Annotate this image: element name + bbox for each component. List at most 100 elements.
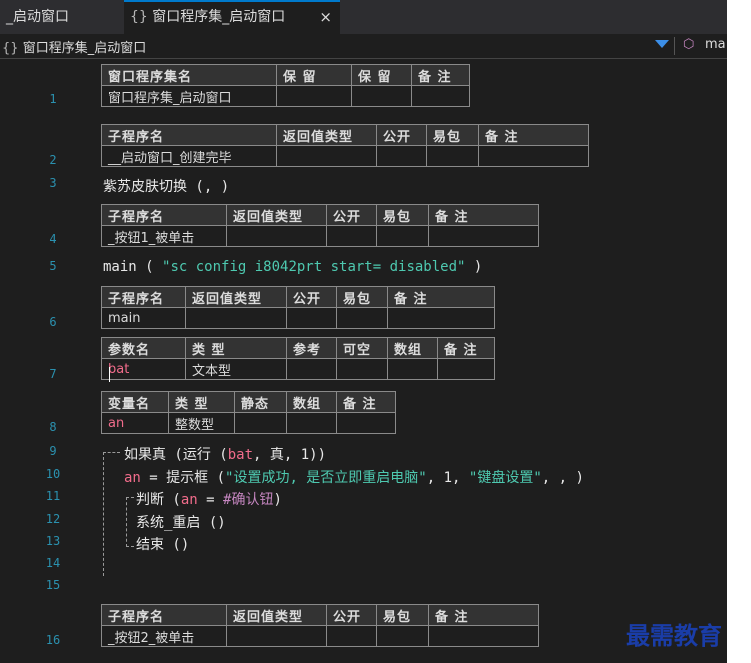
table-cell[interactable]: an [101, 412, 169, 434]
table-cell[interactable] [326, 625, 377, 647]
table-cell[interactable] [286, 412, 337, 434]
tab-assembly[interactable]: {} 窗口程序集_启动窗口 × [124, 0, 340, 34]
table-header: 公开 [376, 124, 427, 146]
table-cell[interactable] [336, 412, 396, 434]
table-cell[interactable] [376, 225, 429, 247]
line-number: 8 [49, 420, 57, 434]
table-cell[interactable] [426, 145, 479, 167]
subroutine-table: 子程序名 返回值类型 公开 易包 备 注 __启动窗口_创建完毕 [101, 124, 589, 167]
line-number: 15 [45, 578, 61, 592]
table-header: 变量名 [101, 391, 169, 413]
code-line[interactable]: 系统_重启 () [136, 512, 226, 532]
table-cell[interactable]: _按钮2_被单击 [101, 625, 227, 647]
table-header: 公开 [326, 204, 377, 226]
member-selector[interactable]: ma [705, 37, 726, 52]
cube-icon: ⬡ [683, 37, 695, 52]
line-number: 5 [49, 259, 57, 273]
table-header: 备 注 [411, 64, 470, 86]
code-text: , 真, 1)) [253, 447, 327, 463]
code-text: 如果真 (运行 ( [124, 447, 228, 463]
table-cell[interactable] [387, 358, 438, 380]
table-cell[interactable] [234, 412, 287, 434]
table-cell[interactable] [376, 145, 427, 167]
code-line[interactable]: 如果真 (运行 (bat, 真, 1)) [124, 444, 326, 464]
code-text: ) [465, 259, 483, 275]
table-header: 备 注 [336, 391, 396, 413]
table-cell[interactable] [286, 307, 337, 329]
variable-ref: an [124, 470, 141, 486]
assembly-table: 窗口程序集名 保 留 保 留 备 注 窗口程序集_启动窗口 [101, 64, 470, 107]
table-header: 备 注 [428, 204, 539, 226]
table-cell[interactable] [376, 625, 429, 647]
table-cell[interactable] [326, 225, 377, 247]
table-header: 参考 [286, 337, 337, 359]
code-text: 判断 ( [136, 492, 181, 508]
flow-guide-line [103, 452, 120, 453]
line-number: 13 [45, 534, 61, 548]
line-number: 10 [45, 467, 61, 481]
table-header: 公开 [286, 286, 337, 308]
close-icon[interactable]: × [319, 2, 332, 32]
table-cell[interactable]: __启动窗口_创建完毕 [101, 145, 277, 167]
braces-icon: {} [130, 9, 148, 25]
table-header: 子程序名 [101, 204, 227, 226]
table-cell[interactable] [437, 358, 495, 380]
code-line[interactable]: 判断 (an = #确认钮) [136, 489, 282, 509]
table-header: 类 型 [168, 391, 235, 413]
text-cursor [109, 367, 110, 382]
string-literal: "sc config i8042prt start= disabled" [162, 259, 466, 275]
table-cell[interactable] [226, 625, 327, 647]
table-header: 数组 [286, 391, 337, 413]
table-header: 子程序名 [101, 286, 186, 308]
table-header: 返回值类型 [185, 286, 287, 308]
scope-selector[interactable]: {} 窗口程序集_启动窗口 [2, 37, 146, 56]
table-cell[interactable]: _按钮1_被单击 [101, 225, 227, 247]
table-cell[interactable] [276, 145, 377, 167]
table-header: 易包 [336, 286, 388, 308]
table-header: 公开 [326, 604, 377, 626]
line-number: 12 [45, 512, 61, 526]
table-header: 备 注 [478, 124, 589, 146]
table-cell[interactable] [185, 307, 287, 329]
table-header: 数组 [387, 337, 438, 359]
tab-startup-window[interactable]: _启动窗口 [0, 0, 124, 34]
flow-guide-line [126, 546, 134, 547]
code-line[interactable]: 紫苏皮肤切换 (, ) [103, 176, 229, 196]
table-cell[interactable] [336, 307, 388, 329]
table-cell[interactable]: 窗口程序集_启动窗口 [101, 85, 277, 107]
table-header: 易包 [376, 604, 429, 626]
table-cell[interactable] [428, 625, 539, 647]
code-line[interactable]: 结束 () [136, 534, 189, 554]
braces-icon: {} [2, 41, 19, 56]
table-cell[interactable] [276, 85, 352, 107]
main-subroutine-table: 子程序名 返回值类型 公开 易包 备 注 main [101, 286, 495, 329]
table-cell[interactable]: 整数型 [168, 412, 235, 434]
table-cell[interactable]: main [101, 307, 186, 329]
line-number: 2 [49, 153, 57, 167]
subroutine-table: 子程序名 返回值类型 公开 易包 备 注 _按钮1_被单击 [101, 204, 539, 247]
chevron-down-icon[interactable] [655, 40, 669, 48]
variable-ref: bat [227, 447, 254, 463]
table-cell[interactable] [286, 358, 337, 380]
line-number: 6 [49, 315, 57, 329]
table-cell[interactable]: bat [101, 358, 186, 380]
table-cell[interactable] [478, 145, 589, 167]
code-line[interactable]: an = 提示框 ("设置成功, 是否立即重启电脑", 1, "键盘设置", ,… [124, 467, 584, 487]
code-text: ) [273, 492, 282, 508]
scope-label: 窗口程序集_启动窗口 [22, 41, 147, 56]
table-cell[interactable] [351, 85, 412, 107]
subroutine-table: 子程序名 返回值类型 公开 易包 备 注 _按钮2_被单击 [101, 604, 539, 647]
editor-window: _启动窗口 {} 窗口程序集_启动窗口 × {} 窗口程序集_启动窗口 ⬡ ma… [0, 0, 727, 663]
table-cell[interactable] [387, 307, 495, 329]
table-cell[interactable] [226, 225, 327, 247]
code-text: = [197, 492, 224, 508]
code-line[interactable]: main ( "sc config i8042prt start= disabl… [103, 259, 482, 275]
table-header: 保 留 [276, 64, 352, 86]
table-cell[interactable]: 文本型 [185, 358, 287, 380]
table-cell[interactable] [428, 225, 539, 247]
string-literal: "键盘设置" [468, 470, 542, 486]
flow-guide-line [103, 452, 104, 576]
table-cell[interactable] [336, 358, 388, 380]
table-header: 返回值类型 [276, 124, 377, 146]
table-cell[interactable] [411, 85, 470, 107]
